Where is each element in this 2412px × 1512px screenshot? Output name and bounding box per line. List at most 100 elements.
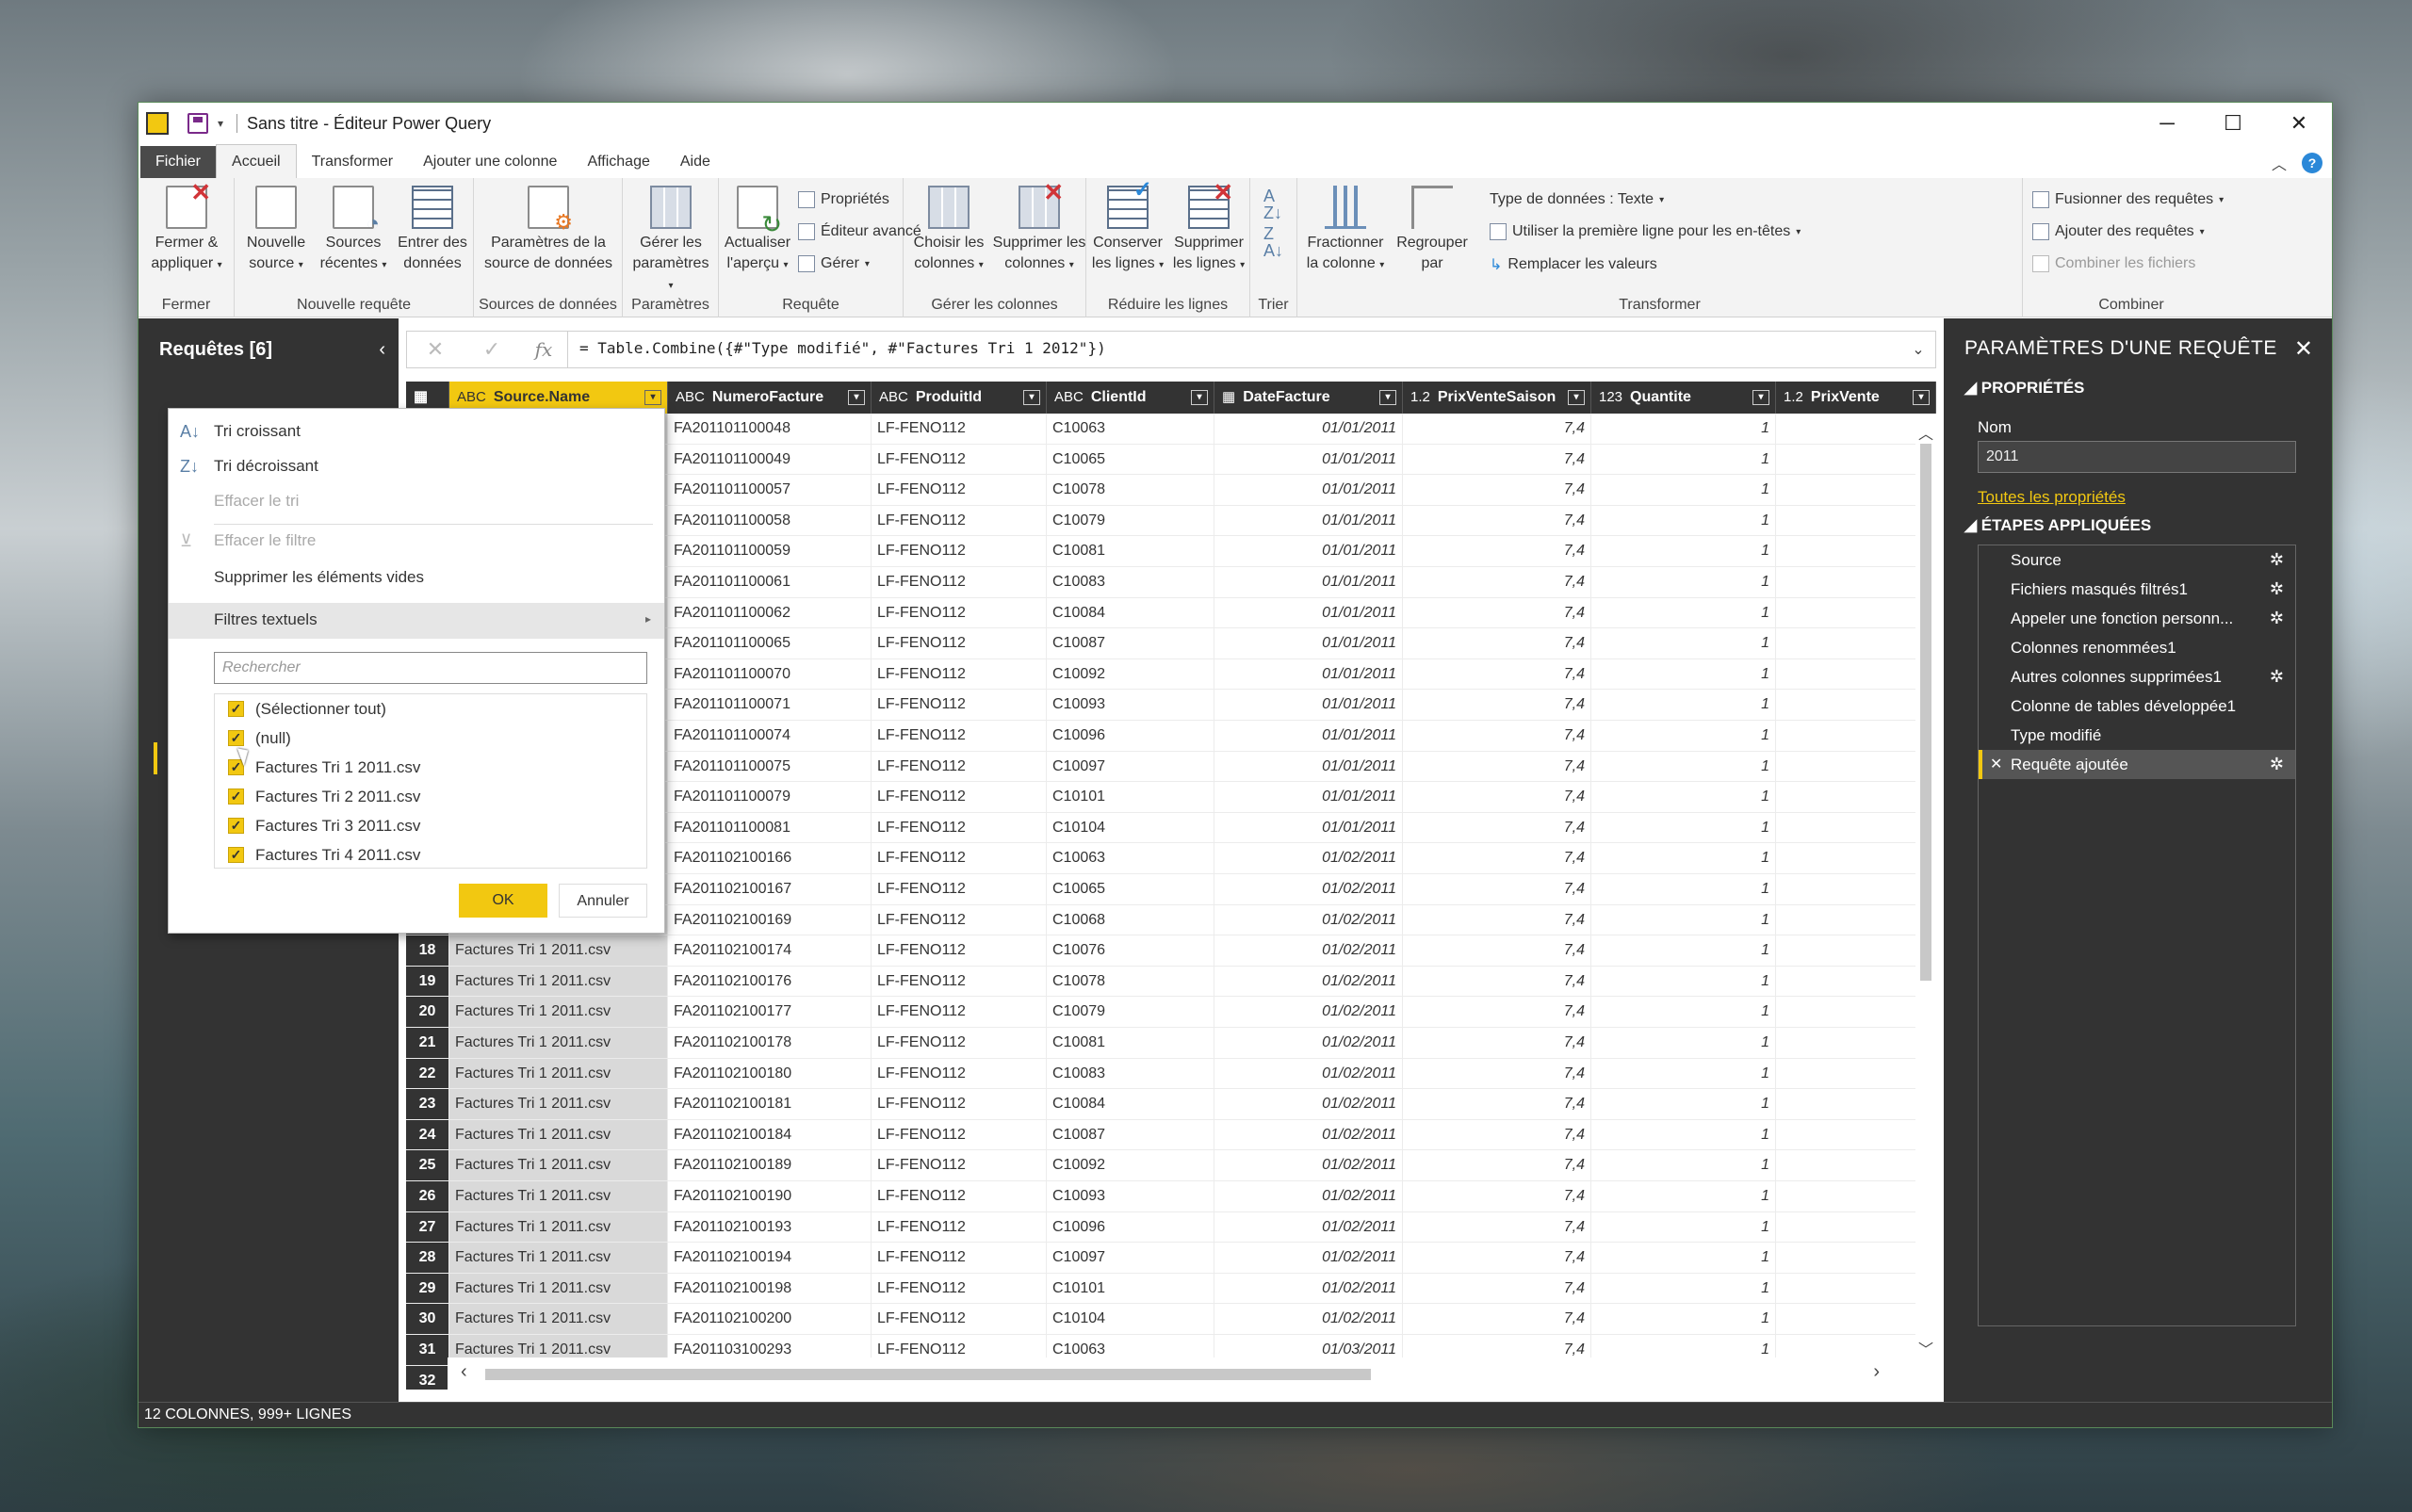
table-cell[interactable]: 7,4 — [1403, 1150, 1591, 1181]
applied-step[interactable]: Autres colonnes supprimées1 ✲ — [1979, 662, 2295, 691]
row-number[interactable]: 30 — [406, 1304, 449, 1335]
table-cell[interactable] — [1776, 904, 1936, 936]
table-cell[interactable]: 01/02/2011 — [1214, 1028, 1403, 1059]
properties-section[interactable]: ◢ PROPRIÉTÉS — [1964, 379, 2084, 398]
table-cell[interactable]: FA201101100061 — [668, 567, 872, 598]
vertical-scroll-thumb[interactable] — [1920, 444, 1931, 981]
table-cell[interactable]: LF-FENO112 — [872, 1304, 1047, 1335]
table-cell[interactable]: FA201101100059 — [668, 536, 872, 567]
row-number[interactable]: 29 — [406, 1273, 449, 1305]
filter-value-item[interactable]: ✓ Factures Tri 3 2011.csv — [215, 811, 646, 840]
table-cell[interactable]: 1 — [1591, 475, 1776, 506]
column-header[interactable]: ABC ProduitId ▾ — [872, 382, 1047, 414]
table-cell[interactable] — [1776, 597, 1936, 629]
step-settings-gear-icon[interactable]: ✲ — [2270, 662, 2284, 691]
table-cell[interactable] — [1776, 1058, 1936, 1090]
table-cell[interactable]: C10084 — [1047, 1089, 1214, 1120]
table-cell[interactable]: 01/02/2011 — [1214, 966, 1403, 998]
filter-dropdown-icon[interactable]: ▾ — [644, 390, 661, 405]
table-cell[interactable]: Factures Tri 1 2011.csv — [449, 966, 668, 998]
table-cell[interactable]: 01/02/2011 — [1214, 1211, 1403, 1244]
table-cell[interactable] — [1776, 414, 1936, 445]
table-cell[interactable]: C10081 — [1047, 536, 1214, 567]
table-cell[interactable]: 7,4 — [1403, 782, 1591, 813]
table-cell[interactable]: FA201102100178 — [668, 1028, 872, 1059]
table-cell[interactable]: LF-FENO112 — [872, 721, 1047, 752]
table-cell[interactable]: 1 — [1591, 812, 1776, 844]
table-cell[interactable]: C10063 — [1047, 843, 1214, 874]
table-cell[interactable]: LF-FENO112 — [872, 997, 1047, 1028]
table-cell[interactable]: 7,4 — [1403, 475, 1591, 506]
close-icon[interactable]: ✕ — [2266, 103, 2332, 144]
table-cell[interactable]: LF-FENO112 — [872, 505, 1047, 537]
table-row[interactable]: 20 Factures Tri 1 2011.csv FA201102100177 L… — [406, 997, 1936, 1028]
table-cell[interactable]: 7,4 — [1403, 414, 1591, 445]
table-cell[interactable]: 1 — [1591, 658, 1776, 691]
table-cell[interactable]: Factures Tri 1 2011.csv — [449, 1211, 668, 1244]
table-cell[interactable]: 7,4 — [1403, 1273, 1591, 1305]
table-cell[interactable]: 1 — [1591, 1273, 1776, 1305]
table-cell[interactable] — [1776, 505, 1936, 537]
step-settings-gear-icon[interactable]: ✲ — [2270, 750, 2284, 779]
table-cell[interactable]: C10092 — [1047, 1150, 1214, 1181]
table-cell[interactable] — [1776, 1028, 1936, 1059]
table-cell[interactable]: 1 — [1591, 874, 1776, 905]
table-cell[interactable]: LF-FENO112 — [872, 1273, 1047, 1305]
table-cell[interactable]: 01/02/2011 — [1214, 1089, 1403, 1120]
sources-recentes-button[interactable]: Sources récentes ▾ — [316, 186, 391, 276]
table-cell[interactable]: LF-FENO112 — [872, 475, 1047, 506]
table-cell[interactable]: FA201101100062 — [668, 597, 872, 629]
table-cell[interactable] — [1776, 444, 1936, 476]
fermer-appliquer-button[interactable]: Fermer & appliquer ▾ — [146, 182, 227, 276]
tab-fichier[interactable]: Fichier — [140, 146, 217, 178]
filter-dropdown-icon[interactable]: ▾ — [1023, 390, 1040, 405]
row-number[interactable]: 18 — [406, 935, 449, 967]
table-cell[interactable] — [1776, 997, 1936, 1028]
table-cell[interactable]: C10078 — [1047, 475, 1214, 506]
expand-formula-icon[interactable]: ⌄ — [1901, 340, 1935, 359]
table-cell[interactable]: LF-FENO112 — [872, 1028, 1047, 1059]
table-cell[interactable] — [1776, 1119, 1936, 1151]
column-type-icon[interactable]: 123 — [1599, 389, 1622, 405]
table-cell[interactable]: 01/02/2011 — [1214, 1119, 1403, 1151]
proprietes-button[interactable]: Propriétés — [798, 191, 889, 208]
row-number[interactable]: 22 — [406, 1058, 449, 1090]
table-cell[interactable]: 7,4 — [1403, 843, 1591, 874]
column-type-icon[interactable]: 1.2 — [1784, 389, 1803, 405]
table-cell[interactable]: 1 — [1591, 536, 1776, 567]
table-cell[interactable]: Factures Tri 1 2011.csv — [449, 1089, 668, 1120]
table-cell[interactable]: 1 — [1591, 1211, 1776, 1244]
table-cell[interactable]: C10097 — [1047, 1243, 1214, 1274]
table-cell[interactable]: 1 — [1591, 782, 1776, 813]
table-cell[interactable]: FA201101100075 — [668, 751, 872, 783]
choisir-colonnes-button[interactable]: Choisir les colonnes ▾ — [905, 186, 992, 276]
table-row[interactable]: 24 Factures Tri 1 2011.csv FA201102100184 L… — [406, 1119, 1936, 1151]
column-type-icon[interactable]: ▦ — [1222, 389, 1235, 405]
applied-step[interactable]: Colonne de tables développée1 — [1979, 691, 2295, 721]
table-cell[interactable]: 01/02/2011 — [1214, 1058, 1403, 1090]
table-cell[interactable]: 7,4 — [1403, 1119, 1591, 1151]
delete-step-icon[interactable]: ✕ — [1990, 750, 2002, 779]
table-cell[interactable] — [1776, 536, 1936, 567]
step-settings-gear-icon[interactable]: ✲ — [2270, 575, 2284, 604]
table-cell[interactable]: FA201102100190 — [668, 1181, 872, 1212]
table-cell[interactable]: 01/01/2011 — [1214, 658, 1403, 691]
table-cell[interactable]: 01/02/2011 — [1214, 1243, 1403, 1274]
row-number[interactable]: 23 — [406, 1089, 449, 1120]
column-header[interactable]: 123 Quantite ▾ — [1591, 382, 1776, 414]
table-cell[interactable] — [1776, 475, 1936, 506]
formula-input[interactable]: = Table.Combine({#"Type modifié", #"Fact… — [567, 331, 1901, 368]
horizontal-scrollbar[interactable]: ‹ › — [448, 1358, 1936, 1390]
table-cell[interactable] — [1776, 1211, 1936, 1244]
column-header[interactable]: 1.2 PrixVente ▾ — [1776, 382, 1936, 414]
cancel-button[interactable]: Annuler — [559, 884, 647, 918]
table-cell[interactable] — [1776, 1150, 1936, 1181]
table-cell[interactable]: 7,4 — [1403, 658, 1591, 691]
table-cell[interactable]: LF-FENO112 — [872, 597, 1047, 629]
fractionner-colonne-button[interactable]: Fractionner la colonne ▾ — [1301, 186, 1390, 276]
table-cell[interactable]: FA201101100057 — [668, 475, 872, 506]
table-cell[interactable]: 01/01/2011 — [1214, 444, 1403, 476]
filter-dropdown-icon[interactable]: ▾ — [1913, 390, 1930, 405]
scroll-left-icon[interactable]: ‹ — [461, 1361, 467, 1383]
applied-step[interactable]: Type modifié — [1979, 721, 2295, 750]
